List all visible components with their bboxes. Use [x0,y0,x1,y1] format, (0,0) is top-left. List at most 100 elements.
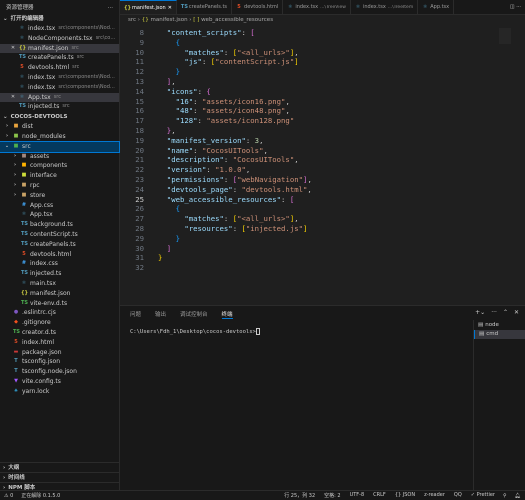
file-item[interactable]: ⚛ main.tsx [0,279,119,289]
file-item[interactable]: Ttsconfig.node.json [0,367,119,377]
more-actions-button[interactable]: ··· [108,3,113,14]
terminal-output[interactable]: C:\Users\Fdh_1\Desktop\cocos-devtools> [120,322,525,335]
open-editor-item[interactable]: 5 devtools.html src [0,63,119,73]
editor-tab[interactable]: TS createPanels.ts [177,0,233,14]
status-item[interactable]: 空格: 2 [324,492,340,499]
status-item[interactable]: z-reader [424,492,445,499]
file-item[interactable]: ⚛ App.tsx [0,210,119,220]
file-item[interactable]: ▼ vite.config.ts [0,377,119,387]
code-token: { [175,204,180,214]
new-terminal-icon[interactable]: +⌄ [475,309,485,316]
file-item[interactable]: TS injected.ts [0,269,119,279]
maximize-icon[interactable]: ⌃ [503,309,508,316]
breadcrumb-folder[interactable]: src [128,17,136,23]
close-icon[interactable]: ✕ [10,44,16,54]
folder-item[interactable]: › ■ assets [0,152,119,162]
code-token: "web_accessible_resources" [166,194,282,204]
project-header[interactable]: ⌄ COCOS-DEVTOOLS [0,112,119,122]
folder-item[interactable]: › ■ node_modules [0,132,119,142]
terminal-icon: ▤ [478,321,484,328]
line-number: 12 [135,67,144,77]
panel-tab[interactable]: 终端 [221,310,233,319]
editor-tab[interactable]: 5 devtools.html [232,0,284,14]
folder-item[interactable]: › ■ store [0,191,119,201]
status-item[interactable]: ✓ Prettier [471,492,495,499]
file-item[interactable]: Ttsconfig.json [0,357,119,367]
breadcrumb-symbol[interactable]: web_accessible_resources [201,17,273,23]
file-item[interactable]: 5 devtools.html [0,250,119,260]
file-name: App.tsx [28,93,51,101]
editor-tab[interactable]: ⚛ App.tsx [418,0,455,14]
open-editor-item[interactable]: ✕ ⚛ App.tsx src [0,92,119,103]
status-item[interactable]: {} JSON [395,492,415,499]
file-item[interactable]: # index.css [0,259,119,269]
status-item[interactable]: UTF-8 [350,492,365,499]
open-editor-item[interactable]: TS createPanels.ts src [0,53,119,63]
close-icon[interactable]: ✕ [10,93,16,103]
array-icon: [ ] [193,17,200,23]
status-item[interactable]: 行 25，列 32 [284,492,315,499]
item-name: store [30,191,46,199]
open-editor-item[interactable]: ⚛ index.tsx src\components\NodeTree [0,24,119,34]
terminal-item[interactable]: ▤ cmd [474,329,525,339]
status-item[interactable]: QQ [454,492,462,499]
panel-tab[interactable]: 输出 [155,310,166,318]
file-item[interactable]: TS vite-env.d.ts [0,299,119,309]
vite-icon: ▼ [14,377,18,384]
close-panel-icon[interactable]: ✕ [514,309,519,316]
code-token: : [197,86,207,96]
code-token: : [197,116,207,126]
editor-tab[interactable]: ⚛ index.tsx ...\TreeView [283,0,351,14]
open-editor-item[interactable]: ✕{} manifest.json src [0,43,119,54]
account-icon[interactable]: ⚲ [503,493,507,499]
file-item[interactable]: ◆ .gitignore [0,318,119,328]
line-number: 19 [135,135,144,145]
file-item[interactable]: TS contentScript.ts [0,230,119,240]
file-item[interactable]: ▬ package.json [0,348,119,358]
folder-item[interactable]: › ■ interface [0,171,119,181]
code-token: { [175,37,180,47]
status-right: 行 25，列 32 空格: 2 UTF-8 CRLF {} JSON z-reader QQ… [284,492,495,499]
folder-item[interactable]: › ■ components [0,161,119,171]
section-header[interactable]: › 大纲 [0,462,119,472]
panel-tab[interactable]: 问题 [130,310,141,318]
section-header[interactable]: › 时间线 [0,472,119,482]
status-item[interactable]: CRLF [373,492,386,499]
panel-tab[interactable]: 调试控制台 [180,310,208,318]
file-item[interactable]: ♠ yarn.lock [0,387,119,397]
open-editor-item[interactable]: ⚛NodeComponents.tsxsrc\compone... [0,34,119,44]
folder-item[interactable]: › ■ rpc [0,181,119,191]
editor-tab[interactable]: ⚛ index.tsx ...\TreeItem [351,0,419,14]
panel-tabs: 问题 输出 调试控制台 终端 [120,306,525,322]
open-editor-item[interactable]: ⚛index.tsxsrc\components\NodeTree\... [0,83,119,93]
file-item[interactable]: TS creator.d.ts [0,328,119,338]
open-editors-label: 打开的编辑器 [10,16,44,22]
split-editor-icon[interactable]: ◫ ··· [506,4,525,10]
code-editor[interactable]: 8 "content_scripts": [9 {10 "matches": [… [120,28,312,273]
close-icon[interactable]: ✕ [168,5,172,11]
file-item[interactable]: {} manifest.json [0,289,119,299]
terminal-item[interactable]: ▤ node [474,320,525,330]
open-editor-item[interactable]: ⚛index.tsxsrc\components\NodeTree\... [0,73,119,83]
folder-item[interactable]: › ■ dist [0,122,119,132]
minimap[interactable] [499,28,511,44]
open-editors-header[interactable]: ⌄ 打开的编辑器 [0,14,119,24]
editor-tab[interactable]: {} manifest.json ✕ [120,0,177,14]
status-message[interactable]: 正在解除 0.1.5.0 [21,492,60,499]
folder-icon: ■ [13,142,19,149]
item-name: tsconfig.json [22,358,61,366]
folder-item[interactable]: ⌄ ■ src [0,140,120,153]
notifications-icon[interactable]: 🔔︎ [515,493,521,499]
file-item[interactable]: ● .eslintrc.cjs [0,308,119,318]
more-icon[interactable]: ··· [491,309,497,316]
problems-count[interactable]: ⚠ 0 [4,493,13,499]
breadcrumb-file[interactable]: manifest.json [150,17,187,23]
open-editor-item[interactable]: TS injected.ts src [0,102,119,112]
file-item[interactable]: 5 index.html [0,338,119,348]
file-item[interactable]: TS background.ts [0,220,119,230]
file-item[interactable]: TS createPanels.ts [0,240,119,250]
file-item[interactable]: # App.css [0,201,119,211]
item-name: background.ts [30,221,73,229]
